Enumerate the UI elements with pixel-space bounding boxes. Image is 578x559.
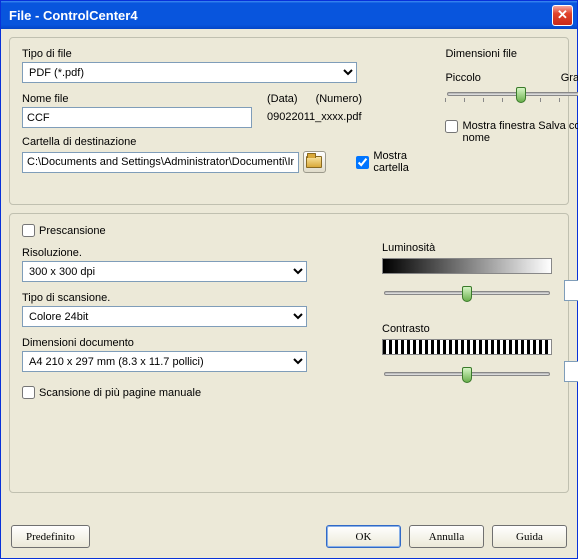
prescan-checkbox[interactable] xyxy=(22,224,35,237)
contrast-value[interactable]: 0 xyxy=(564,361,578,382)
browse-button[interactable] xyxy=(303,151,327,173)
brightness-label: Luminosità xyxy=(382,242,578,254)
slider-thumb[interactable] xyxy=(516,87,526,103)
window-title: File - ControlCenter4 xyxy=(9,8,138,23)
slider-ticks xyxy=(445,98,578,102)
slider-thumb[interactable] xyxy=(462,286,472,302)
default-button[interactable]: Predefinito xyxy=(11,525,90,548)
multipage-checkbox[interactable] xyxy=(22,386,35,399)
contrast-label: Contrasto xyxy=(382,323,578,335)
dest-label: Cartella di destinazione xyxy=(22,136,437,148)
scantype-select[interactable]: Colore 24bit xyxy=(22,306,307,327)
show-save-checkbox[interactable] xyxy=(445,120,458,133)
docsize-select[interactable]: A4 210 x 297 mm (8.3 x 11.7 pollici) xyxy=(22,351,307,372)
close-button[interactable]: ✕ xyxy=(552,5,573,26)
filesize-slider[interactable] xyxy=(447,92,578,96)
filesize-large-label: Grande xyxy=(561,72,578,84)
multipage-label: Scansione di più pagine manuale xyxy=(39,387,201,399)
help-button[interactable]: Guida xyxy=(492,525,567,548)
filesize-label: Dimensioni file xyxy=(445,48,578,60)
filename-label: Nome file xyxy=(22,93,257,105)
docsize-label: Dimensioni documento xyxy=(22,337,362,349)
titlebar: File - ControlCenter4 ✕ xyxy=(1,1,577,29)
button-row: Predefinito OK Annulla Guida xyxy=(11,525,567,548)
prescan-label: Prescansione xyxy=(39,225,106,237)
dest-input[interactable] xyxy=(22,152,299,173)
resolution-select[interactable]: 300 x 300 dpi xyxy=(22,261,307,282)
contrast-gradient xyxy=(382,339,552,355)
resolution-label: Risoluzione. xyxy=(22,247,362,259)
show-folder-checkbox[interactable] xyxy=(356,156,369,169)
close-icon: ✕ xyxy=(557,7,568,23)
scantype-label: Tipo di scansione. xyxy=(22,292,362,304)
brightness-gradient xyxy=(382,258,552,274)
dialog-window: File - ControlCenter4 ✕ Tipo di file PDF… xyxy=(0,0,578,559)
filetype-select[interactable]: PDF (*.pdf) xyxy=(22,62,357,83)
show-save-label: Mostra finestra Salva con nome xyxy=(462,120,578,144)
contrast-slider[interactable] xyxy=(384,372,550,376)
scan-group: Prescansione Risoluzione. 300 x 300 dpi … xyxy=(9,213,569,493)
folder-icon xyxy=(306,156,322,168)
example-filename: 09022011_xxxx.pdf xyxy=(267,111,362,123)
number-header: (Numero) xyxy=(316,93,362,105)
file-group: Tipo di file PDF (*.pdf) Nome file (Data… xyxy=(9,37,569,205)
ok-button[interactable]: OK xyxy=(326,525,401,548)
filetype-label: Tipo di file xyxy=(22,48,437,60)
filename-input[interactable] xyxy=(22,107,252,128)
show-folder-label: Mostra cartella xyxy=(373,150,437,174)
brightness-value[interactable]: 0 xyxy=(564,280,578,301)
slider-thumb[interactable] xyxy=(462,367,472,383)
filesize-small-label: Piccolo xyxy=(445,72,480,84)
date-header: (Data) xyxy=(267,93,298,105)
brightness-slider[interactable] xyxy=(384,291,550,295)
content-area: Tipo di file PDF (*.pdf) Nome file (Data… xyxy=(1,29,577,558)
cancel-button[interactable]: Annulla xyxy=(409,525,484,548)
